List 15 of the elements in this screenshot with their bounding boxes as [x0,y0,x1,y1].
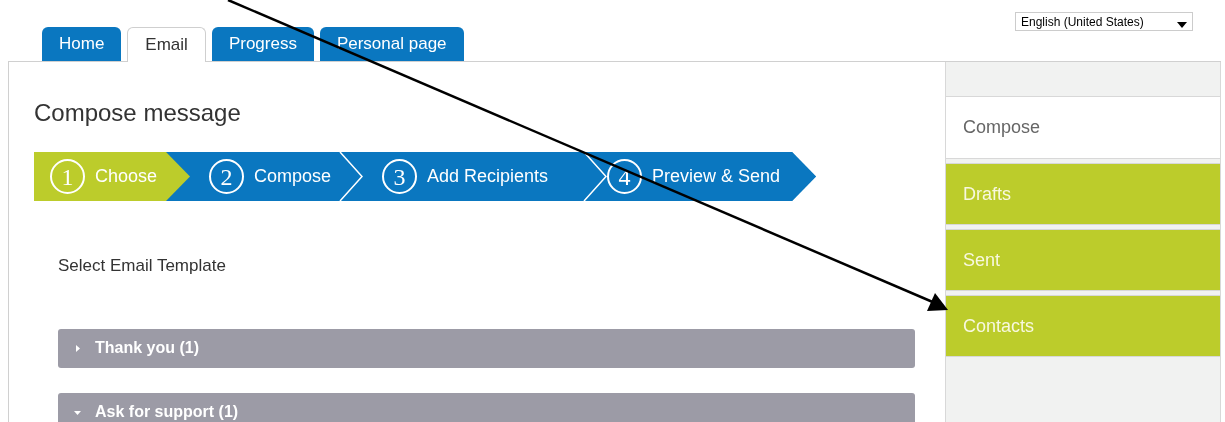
language-select[interactable]: English (United States) [1015,12,1193,31]
nav-tab[interactable]: Email [127,27,206,62]
chevron-separator-icon [339,152,363,201]
nav-tab[interactable]: Home [42,27,122,61]
caret-icon [1177,21,1187,28]
section-label: Select Email Template [58,255,226,277]
template-accordion-header[interactable]: Thank you (1) [58,328,915,368]
sidebar-item[interactable]: Compose [946,97,1220,159]
caret-icon [74,344,81,352]
page-title: Compose message [34,101,241,125]
nav-tab[interactable]: Personal page [319,27,464,61]
template-accordion-header[interactable]: Ask for support (1) [58,392,915,422]
chevron-separator-icon [583,152,607,201]
nav-tab[interactable]: Progress [211,27,314,61]
caret-icon [74,408,81,416]
